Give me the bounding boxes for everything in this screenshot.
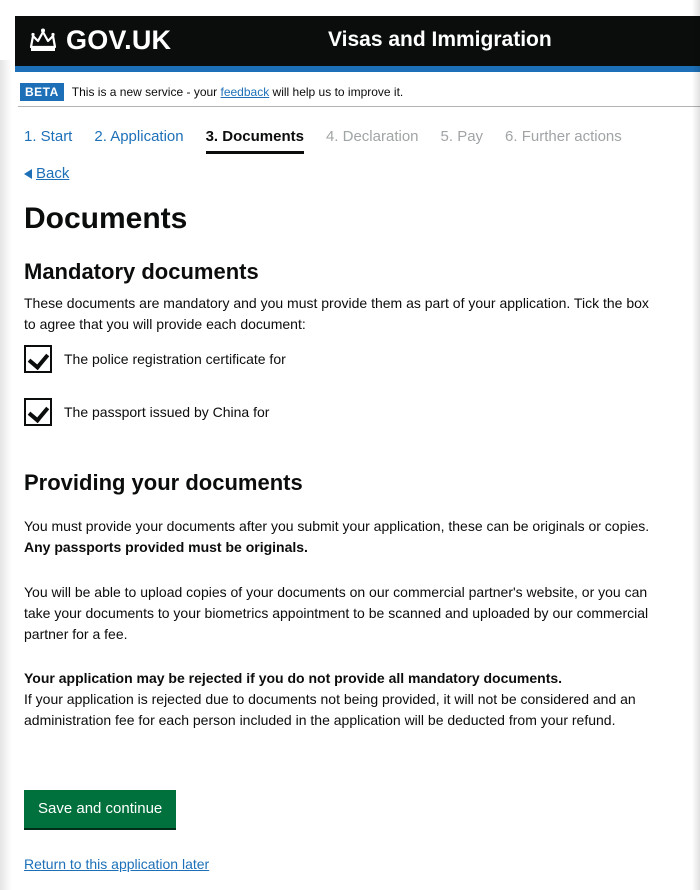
phase-text-before: This is a new service - your bbox=[71, 85, 221, 99]
mandatory-intro: These documents are mandatory and you mu… bbox=[24, 295, 649, 332]
return-later-link[interactable]: Return to this application later bbox=[24, 854, 209, 874]
checkbox-passport-label: The passport issued by China for bbox=[64, 404, 270, 420]
back-link-label: Back bbox=[36, 165, 70, 182]
checkbox-police-label: The police registration certificate for bbox=[64, 351, 286, 367]
providing-para-3: Your application may be rejected if you … bbox=[24, 668, 664, 731]
providing-para-1: You must provide your documents after yo… bbox=[24, 516, 664, 558]
step-declaration: 4. Declaration bbox=[325, 128, 419, 145]
back-link[interactable]: Back bbox=[24, 163, 69, 185]
mandatory-documents-heading: Mandatory documents bbox=[24, 259, 259, 284]
step-documents: 3. Documents bbox=[205, 124, 304, 154]
checkmark-icon[interactable] bbox=[24, 398, 52, 426]
providing-documents-heading: Providing your documents bbox=[24, 470, 303, 495]
phase-text-after: will help us to improve it. bbox=[269, 85, 404, 99]
header-blue-bar bbox=[15, 66, 700, 72]
step-start[interactable]: 1. Start bbox=[24, 124, 72, 154]
providing-para-2: You will be able to upload copies of you… bbox=[24, 584, 649, 642]
crown-icon bbox=[29, 28, 57, 51]
page-title: Documents bbox=[24, 202, 188, 235]
save-and-continue-button[interactable]: Save and continue bbox=[24, 790, 177, 828]
step-further-actions: 6. Further actions bbox=[505, 128, 622, 145]
service-name-link[interactable]: Visas and Immigration bbox=[328, 26, 552, 54]
feedback-link[interactable]: feedback bbox=[221, 85, 270, 99]
beta-tag: BETA bbox=[20, 83, 64, 101]
providing-para-1-bold: Any passports provided must be originals… bbox=[24, 539, 308, 555]
site-header: GOV.UK Visas and Immigration bbox=[15, 16, 700, 66]
logo-text: GOV.UK bbox=[66, 25, 172, 55]
govuk-logo-link[interactable]: GOV.UK bbox=[28, 22, 171, 58]
frame-shadow-right bbox=[692, 0, 700, 890]
frame-shadow bbox=[0, 60, 12, 890]
rejection-text: If your application is rejected due to d… bbox=[24, 691, 636, 728]
back-arrow-icon bbox=[24, 169, 32, 179]
phase-banner-text: This is a new service - your feedback wi… bbox=[72, 85, 403, 99]
providing-para-1-text: You must provide your documents after yo… bbox=[24, 518, 650, 534]
progress-steps: 1. Start 2. Application 3. Documents 4. … bbox=[24, 124, 622, 154]
rejection-warning: Your application may be rejected if you … bbox=[24, 670, 563, 686]
checkbox-passport[interactable]: The passport issued by China for bbox=[24, 398, 269, 426]
checkbox-police-certificate[interactable]: The police registration certificate for bbox=[24, 345, 286, 373]
step-pay: 5. Pay bbox=[440, 128, 484, 145]
checkmark-icon[interactable] bbox=[24, 345, 52, 373]
step-application[interactable]: 2. Application bbox=[94, 124, 183, 154]
phase-banner: BETA This is a new service - your feedba… bbox=[18, 78, 700, 107]
